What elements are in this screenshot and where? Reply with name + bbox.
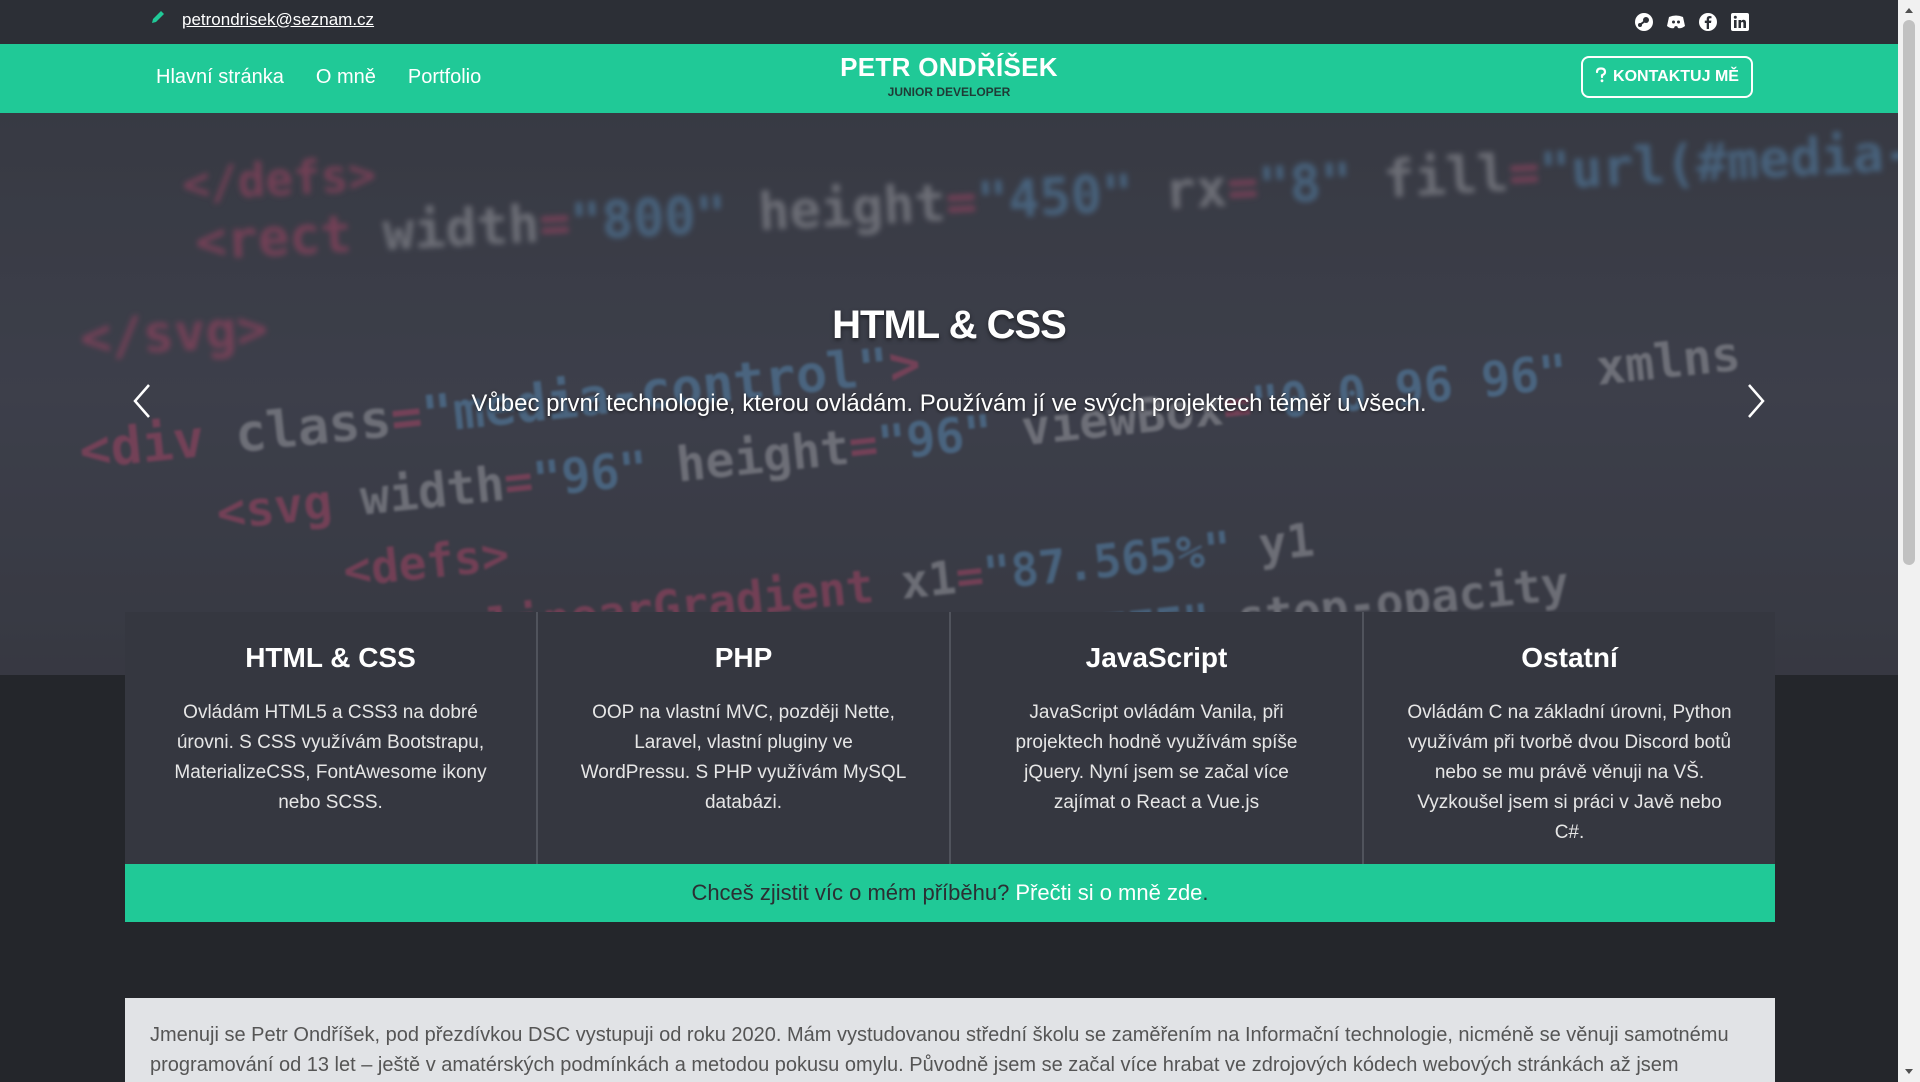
about-section: Jmenuji se Petr Ondříšek, pod přezdívkou… [125, 998, 1775, 1082]
email-link[interactable]: petrondrisek@seznam.cz [182, 10, 374, 30]
hero-carousel: </defs> <rect width="800" height="450" r… [0, 113, 1898, 675]
contact-button[interactable]: KONTAKTUJ MĚ [1581, 56, 1753, 98]
about-cta-banner: Chceš zjistit víc o mém příběhu? Přečti … [125, 864, 1775, 922]
carousel-prev-button[interactable] [122, 373, 162, 433]
main-navbar: Hlavní stránka O mně Portfolio PETR ONDŘ… [0, 44, 1898, 113]
skill-card-text: Ovládám HTML5 a CSS3 na dobré úrovni. S … [174, 702, 487, 813]
scroll-up-icon[interactable] [1903, 4, 1915, 16]
skill-card-text: OOP na vlastní MVC, později Nette, Larav… [580, 702, 907, 813]
cta-text: Chceš zjistit víc o mém příběhu? [691, 880, 1010, 905]
skill-card-title: HTML & CSS [245, 642, 416, 673]
steam-icon[interactable] [1634, 12, 1654, 32]
skill-card: PHP OOP na vlastní MVC, později Nette, L… [538, 612, 951, 864]
scroll-down-icon[interactable] [1903, 1064, 1915, 1076]
cta-end: . [1202, 880, 1209, 905]
about-text: Jmenuji se Petr Ondříšek, pod přezdívkou… [150, 1024, 1729, 1076]
page-scrollbar[interactable] [1898, 0, 1920, 1082]
facebook-icon[interactable] [1698, 12, 1718, 32]
question-icon [1595, 66, 1607, 88]
email-contact: petrondrisek@seznam.cz [150, 9, 374, 30]
skill-card: Ostatní Ovládám C na základní úrovni, Py… [1364, 612, 1775, 864]
linkedin-icon[interactable] [1730, 12, 1750, 32]
carousel-next-button[interactable] [1736, 373, 1776, 433]
scrollbar-thumb[interactable] [1903, 20, 1915, 565]
chevron-left-icon [132, 383, 152, 424]
skill-cards: HTML & CSS Ovládám HTML5 a CSS3 na dobré… [125, 612, 1775, 864]
skill-card-text: JavaScript ovládám Vanila, při projektec… [1015, 702, 1298, 813]
chevron-right-icon [1746, 383, 1766, 424]
skill-card-title: JavaScript [1085, 642, 1228, 673]
hero-title: HTML & CSS [832, 303, 1067, 347]
discord-icon[interactable] [1666, 12, 1686, 32]
skill-card: JavaScript JavaScript ovládám Vanila, př… [951, 612, 1364, 864]
page: petrondrisek@seznam.cz Hlavní stránka O … [0, 0, 1920, 1082]
hero-text: Vůbec první technologie, kterou ovládám.… [471, 390, 1427, 417]
skill-card-title: Ostatní [1521, 642, 1618, 673]
skill-card-title: PHP [714, 642, 773, 673]
skill-card: HTML & CSS Ovládám HTML5 a CSS3 na dobré… [125, 612, 538, 864]
contact-button-label: KONTAKTUJ MĚ [1613, 68, 1739, 85]
about-me-link[interactable]: Přečti si o mně zde [1015, 880, 1202, 906]
top-bar: petrondrisek@seznam.cz [0, 0, 1898, 44]
social-links [1634, 12, 1750, 32]
skill-card-text: Ovládám C na základní úrovni, Python vyu… [1407, 702, 1732, 843]
pencil-icon [150, 9, 166, 30]
